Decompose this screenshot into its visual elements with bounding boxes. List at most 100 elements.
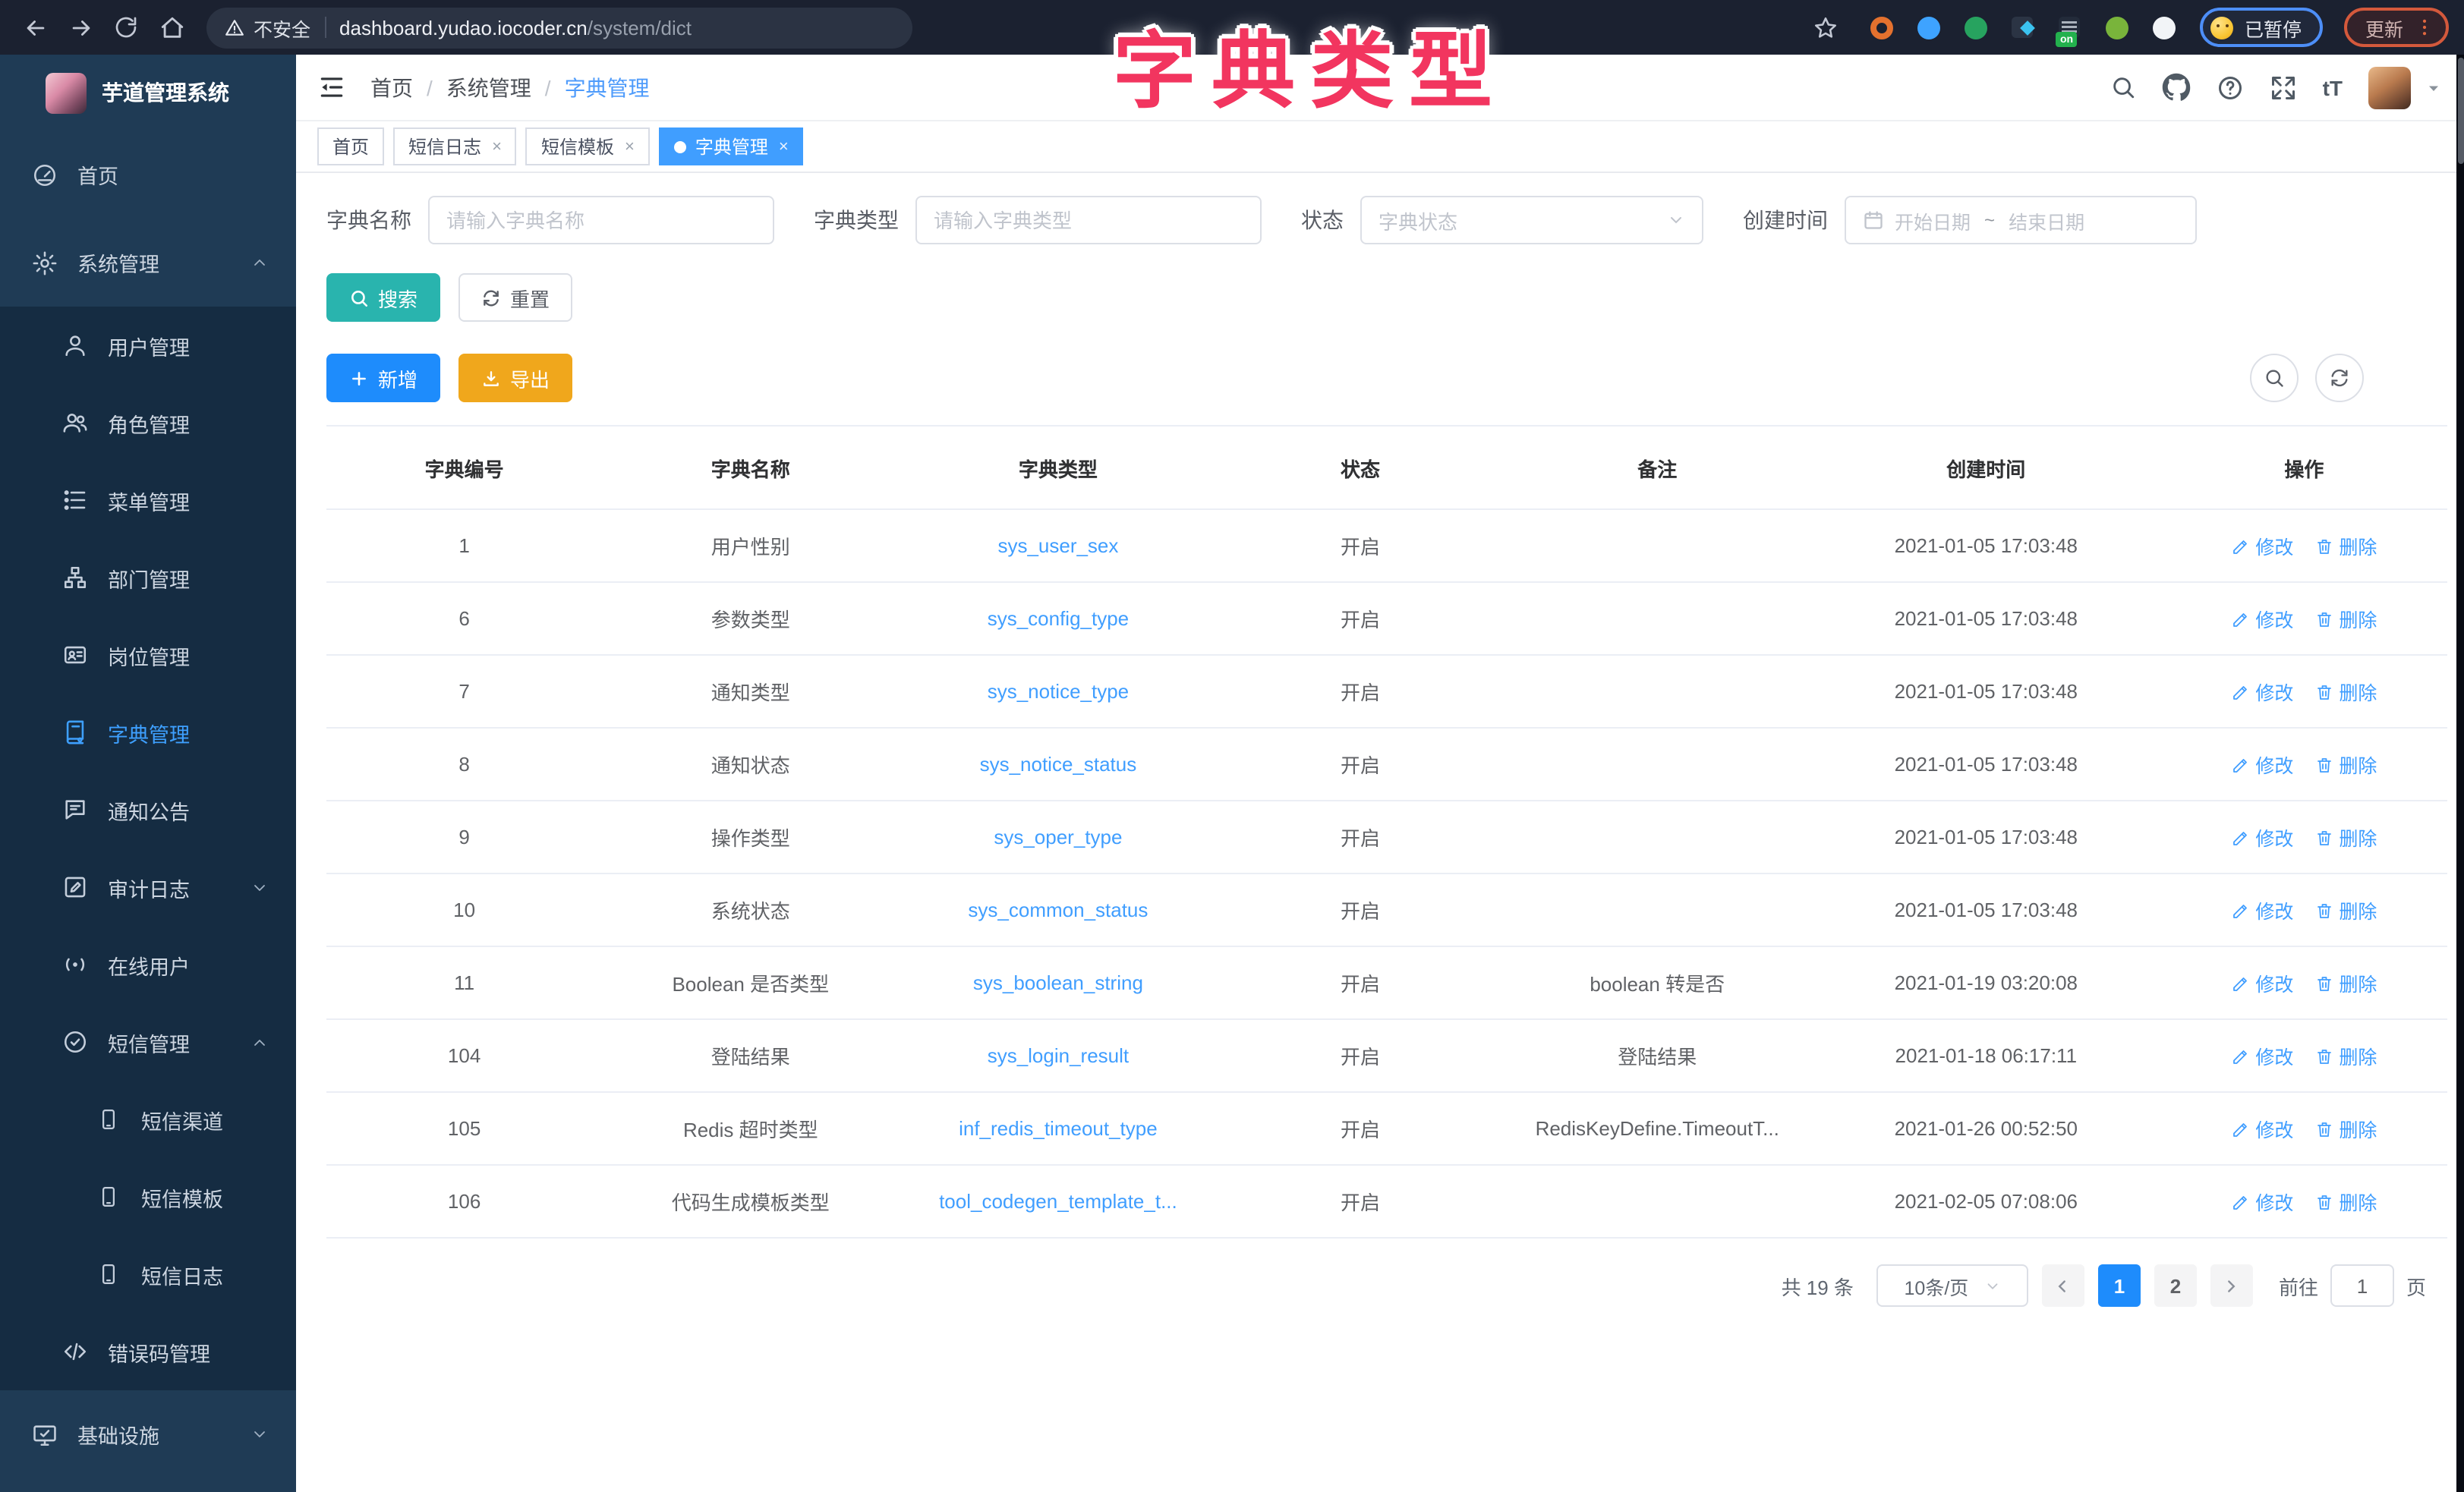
search-button[interactable]: 搜索 (326, 273, 440, 322)
dict-type-link[interactable]: sys_common_status (968, 899, 1148, 921)
cell-type[interactable]: sys_common_status (899, 873, 1217, 946)
scrollbar-thumb[interactable] (2457, 58, 2463, 164)
back-icon[interactable] (15, 8, 55, 47)
goto-page-input[interactable] (2330, 1264, 2394, 1307)
sidebar-item-sms[interactable]: 短信管理 (0, 1003, 296, 1081)
dict-type-link[interactable]: sys_config_type (988, 607, 1129, 630)
close-tab-icon[interactable]: × (779, 137, 789, 156)
orange-ring-extension-icon[interactable] (1870, 15, 1894, 39)
edit-row-button[interactable]: 修改 (2231, 531, 2293, 560)
tab-短信日志[interactable]: 短信日志× (393, 127, 517, 165)
next-page-button[interactable] (2210, 1264, 2253, 1307)
export-button[interactable]: 导出 (458, 354, 572, 402)
delete-row-button[interactable]: 删除 (2314, 896, 2377, 924)
dict-name-field[interactable] (428, 196, 774, 244)
question-icon[interactable] (2217, 74, 2244, 101)
collapse-sidebar-icon[interactable] (317, 73, 346, 102)
sidebar-item-audit-log[interactable]: 审计日志 (0, 848, 296, 926)
sidebar-item-home[interactable]: 首页 (0, 131, 296, 219)
sidebar-item-sms-channel[interactable]: 短信渠道 (0, 1081, 296, 1158)
cell-type[interactable]: sys_boolean_string (899, 946, 1217, 1019)
github-icon[interactable] (2162, 73, 2191, 102)
switch-on-extension-icon[interactable]: on (2058, 15, 2082, 39)
dict-type-link[interactable]: sys_notice_status (980, 753, 1137, 776)
page-button-1[interactable]: 1 (2098, 1264, 2141, 1307)
avatar-caret-icon[interactable] (2425, 78, 2443, 96)
star-icon[interactable] (1806, 8, 1845, 47)
plant-extension-icon[interactable] (2105, 15, 2129, 39)
dict-type-link[interactable]: sys_user_sex (997, 534, 1118, 557)
paused-extension-badge[interactable]: 已暂停 (2201, 8, 2323, 47)
search-icon[interactable] (2110, 74, 2136, 100)
green-circle-extension-icon[interactable] (1964, 15, 1988, 39)
dict-type-link[interactable]: sys_oper_type (994, 826, 1122, 848)
dict-type-link[interactable]: sys_notice_type (988, 680, 1129, 703)
close-tab-icon[interactable]: × (625, 137, 635, 156)
cell-type[interactable]: sys_notice_status (899, 728, 1217, 801)
edit-row-button[interactable]: 修改 (2231, 896, 2293, 924)
edit-row-button[interactable]: 修改 (2231, 677, 2293, 706)
toggle-search-icon[interactable] (2250, 354, 2299, 402)
address-bar[interactable]: 不安全 dashboard.yudao.iocoder.cn/system/di… (206, 7, 912, 48)
edit-row-button[interactable]: 修改 (2231, 1187, 2293, 1216)
date-range-picker[interactable]: 开始日期 ~ 结束日期 (1845, 196, 2197, 244)
cell-type[interactable]: sys_oper_type (899, 801, 1217, 873)
sidebar-item-post[interactable]: 岗位管理 (0, 616, 296, 694)
sidebar-item-dict[interactable]: 字典管理 (0, 694, 296, 771)
cell-type[interactable]: sys_login_result (899, 1019, 1217, 1092)
cell-type[interactable]: inf_redis_timeout_type (899, 1092, 1217, 1165)
sidebar-item-role[interactable]: 角色管理 (0, 384, 296, 461)
tab-短信模板[interactable]: 短信模板× (526, 127, 650, 165)
close-tab-icon[interactable]: × (492, 137, 502, 156)
delete-row-button[interactable]: 删除 (2314, 531, 2377, 560)
cell-type[interactable]: tool_codegen_template_t... (899, 1165, 1217, 1238)
edit-row-button[interactable]: 修改 (2231, 1041, 2293, 1070)
sidebar-item-sms-template[interactable]: 短信模板 (0, 1158, 296, 1235)
sidebar-item-dept[interactable]: 部门管理 (0, 539, 296, 616)
sidebar-item-error-code[interactable]: 错误码管理 (0, 1313, 296, 1390)
add-button[interactable]: 新增 (326, 354, 440, 402)
browser-update-button[interactable]: 更新 (2344, 8, 2449, 47)
edit-row-button[interactable]: 修改 (2231, 1114, 2293, 1143)
sidebar-item-infra[interactable]: 基础设施 (0, 1390, 296, 1478)
cell-type[interactable]: sys_user_sex (899, 509, 1217, 582)
page-button-2[interactable]: 2 (2154, 1264, 2197, 1307)
grid-diamond-extension-icon[interactable] (2011, 15, 2035, 39)
sidebar-item-notice[interactable]: 通知公告 (0, 771, 296, 848)
prev-page-button[interactable] (2042, 1264, 2084, 1307)
dict-type-field[interactable] (915, 196, 1262, 244)
cell-type[interactable]: sys_notice_type (899, 655, 1217, 728)
dict-name-input[interactable] (446, 209, 756, 231)
delete-row-button[interactable]: 删除 (2314, 968, 2377, 997)
app-logo[interactable]: 芋道管理系统 (0, 55, 296, 131)
dict-type-link[interactable]: sys_boolean_string (973, 971, 1143, 994)
font-size-icon[interactable]: tT (2323, 75, 2343, 99)
puzzle-extension-icon[interactable] (2152, 15, 2176, 39)
breadcrumb-item[interactable]: 系统管理 (446, 72, 531, 102)
reload-icon[interactable] (106, 8, 146, 47)
edit-row-button[interactable]: 修改 (2231, 823, 2293, 851)
status-select[interactable]: 字典状态 (1360, 196, 1703, 244)
delete-row-button[interactable]: 删除 (2314, 823, 2377, 851)
delete-row-button[interactable]: 删除 (2314, 1187, 2377, 1216)
delete-row-button[interactable]: 删除 (2314, 677, 2377, 706)
blue-lamp-extension-icon[interactable] (1917, 15, 1941, 39)
delete-row-button[interactable]: 删除 (2314, 604, 2377, 633)
delete-row-button[interactable]: 删除 (2314, 750, 2377, 779)
fullscreen-icon[interactable] (2270, 74, 2297, 101)
page-size-select[interactable]: 10条/页 (1876, 1264, 2028, 1307)
sidebar-item-sms-log[interactable]: 短信日志 (0, 1235, 296, 1313)
cell-type[interactable]: sys_config_type (899, 582, 1217, 655)
sidebar-item-system[interactable]: 系统管理 (0, 219, 296, 307)
forward-icon[interactable] (61, 8, 100, 47)
sidebar-item-menu[interactable]: 菜单管理 (0, 461, 296, 539)
edit-row-button[interactable]: 修改 (2231, 604, 2293, 633)
delete-row-button[interactable]: 删除 (2314, 1041, 2377, 1070)
delete-row-button[interactable]: 删除 (2314, 1114, 2377, 1143)
refresh-table-icon[interactable] (2315, 354, 2364, 402)
sidebar-item-online-users[interactable]: 在线用户 (0, 926, 296, 1003)
tab-首页[interactable]: 首页 (317, 127, 384, 165)
edit-row-button[interactable]: 修改 (2231, 750, 2293, 779)
breadcrumb-item[interactable]: 字典管理 (565, 72, 650, 102)
page-scrollbar[interactable] (2456, 55, 2464, 1492)
